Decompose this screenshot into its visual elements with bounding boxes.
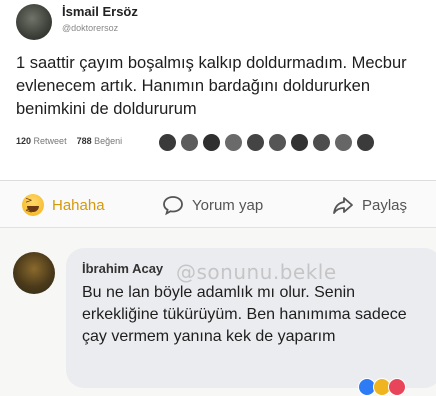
like-label: Beğeni bbox=[94, 136, 123, 146]
tweet-author-name[interactable]: İsmail Ersöz bbox=[62, 4, 138, 19]
share-button[interactable]: Paylaş bbox=[332, 194, 407, 216]
share-label: Paylaş bbox=[362, 196, 408, 214]
liker-avatar[interactable] bbox=[224, 133, 243, 152]
tweet-text: 1 saattir çayım boşalmış kalkıp doldurma… bbox=[16, 54, 407, 118]
comment-reactions[interactable] bbox=[358, 378, 406, 396]
comment-label: Yorum yap bbox=[192, 196, 264, 214]
tweet-author-avatar[interactable] bbox=[16, 4, 52, 40]
action-bar: Hahaha Yorum yap Paylaş bbox=[0, 181, 436, 228]
liker-avatar[interactable] bbox=[290, 133, 309, 152]
haha-emoji-icon bbox=[22, 194, 44, 216]
liker-avatars bbox=[158, 133, 375, 152]
liker-avatar[interactable] bbox=[202, 133, 221, 152]
like-count: 788 bbox=[76, 136, 92, 146]
like-stat[interactable]: 788 Beğeni bbox=[77, 136, 123, 146]
watermark: @sonunu.bekle bbox=[176, 260, 337, 284]
haha-reaction-label: Hahaha bbox=[52, 196, 105, 214]
retweet-count: 120 bbox=[16, 136, 32, 146]
liker-avatar[interactable] bbox=[334, 133, 353, 152]
comment-icon bbox=[162, 194, 184, 216]
comment-section: İbrahim Acay Bu ne lan böyle adamlık mı … bbox=[0, 228, 436, 396]
liker-avatar[interactable] bbox=[246, 133, 265, 152]
share-arrow-icon bbox=[332, 194, 354, 216]
liker-avatar[interactable] bbox=[158, 133, 177, 152]
comment-button[interactable]: Yorum yap bbox=[162, 194, 263, 216]
commenter-avatar[interactable] bbox=[13, 252, 55, 294]
liker-avatar[interactable] bbox=[356, 133, 375, 152]
liker-avatar[interactable] bbox=[268, 133, 287, 152]
retweet-label: Retweet bbox=[33, 136, 67, 146]
love-reaction-icon bbox=[388, 378, 406, 396]
liker-avatar[interactable] bbox=[180, 133, 199, 152]
tweet-card: İsmail Ersöz @doktorersoz 1 saattir çayı… bbox=[0, 0, 436, 180]
commenter-name[interactable]: İbrahim Acay bbox=[82, 261, 163, 276]
tweet-author-handle[interactable]: @doktorersoz bbox=[62, 23, 118, 33]
tweet-stats: 120 Retweet 788 Beğeni bbox=[16, 136, 122, 146]
comment-text: Bu ne lan böyle adamlık mı olur. Senin e… bbox=[82, 284, 407, 345]
haha-reaction-button[interactable]: Hahaha bbox=[22, 194, 105, 216]
liker-avatar[interactable] bbox=[312, 133, 331, 152]
retweet-stat[interactable]: 120 Retweet bbox=[16, 136, 67, 146]
